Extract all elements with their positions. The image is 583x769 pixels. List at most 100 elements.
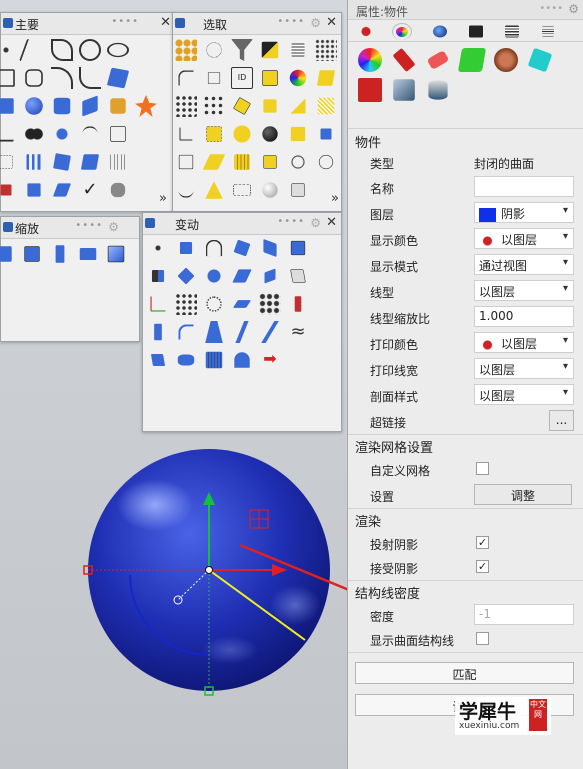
select-points-icon[interactable] (315, 39, 337, 61)
show-isocurves-checkbox[interactable] (476, 632, 489, 645)
drag-handle-icon[interactable]: •••• (111, 16, 139, 27)
select-ball-icon[interactable] (262, 182, 278, 198)
check-tool-icon[interactable]: ✓ (79, 179, 101, 201)
select-box-icon[interactable] (291, 183, 305, 197)
polygon-tool-icon[interactable] (25, 69, 43, 87)
select-spiral-icon[interactable] (291, 155, 305, 169)
bandage-icon[interactable] (426, 50, 450, 70)
stretch-icon[interactable] (154, 323, 162, 341)
blank4-tool-icon[interactable] (135, 151, 157, 173)
boolean-tool-icon[interactable] (23, 123, 45, 145)
wave-icon[interactable]: ≈ (287, 321, 309, 343)
fillet-tool-icon[interactable] (79, 67, 101, 89)
explode-tool-icon[interactable] (135, 95, 157, 117)
layer-select[interactable]: 阴影 ▾ (474, 202, 574, 223)
gear-icon[interactable]: ⚙ (568, 2, 579, 16)
shaded-cube-icon[interactable] (393, 79, 415, 101)
name-field[interactable] (474, 176, 574, 197)
select-none-icon[interactable] (206, 42, 222, 58)
select-sphere-icon[interactable] (231, 123, 253, 145)
move-icon[interactable] (147, 237, 169, 259)
rectangle-tool-icon[interactable] (0, 69, 15, 87)
group-tool-icon[interactable] (51, 123, 73, 145)
tab-notes-icon[interactable] (542, 26, 554, 37)
select-block-icon[interactable] (206, 126, 222, 142)
close-icon[interactable]: ✕ (160, 15, 171, 30)
gear-icon[interactable]: ⚙ (108, 220, 119, 234)
taper-tool-icon[interactable] (205, 321, 223, 343)
adjust-button[interactable]: 调整 (474, 484, 572, 505)
select-text-icon[interactable] (207, 71, 221, 85)
mirror-icon[interactable] (151, 269, 165, 283)
ellipse-tool-icon[interactable] (107, 42, 129, 58)
split-tool-icon[interactable] (52, 183, 72, 197)
box-tool-icon[interactable] (53, 153, 71, 171)
cage-grid-icon[interactable] (205, 351, 223, 369)
select-color-icon[interactable] (289, 69, 307, 87)
select-solid-icon[interactable] (262, 70, 278, 86)
close-icon[interactable]: ✕ (326, 15, 337, 30)
select-point-cloud-icon[interactable] (290, 98, 306, 114)
mirror-tool-icon[interactable] (80, 154, 100, 170)
select-lock-icon[interactable] (178, 154, 194, 170)
array-icon[interactable] (175, 293, 197, 315)
zoom-all-icon[interactable] (107, 245, 125, 263)
paint-icon[interactable] (392, 47, 416, 73)
zoom-window-icon[interactable] (0, 246, 12, 262)
select-light-icon[interactable] (318, 154, 334, 170)
surface-tool-icon[interactable] (106, 67, 130, 89)
shear-icon[interactable] (232, 269, 252, 283)
cylinder-icon[interactable] (428, 80, 448, 100)
select-curves-icon[interactable] (203, 95, 225, 117)
point-tool-icon[interactable] (0, 39, 17, 61)
ribbon-tool-icon[interactable] (82, 95, 98, 117)
toolbar-main-more[interactable]: » (159, 191, 167, 206)
tab-object-icon[interactable] (356, 23, 376, 40)
trim-tool-icon[interactable] (0, 126, 14, 142)
toolbar-transform-header[interactable]: 变动 •••• ⚙ ✕ (143, 213, 341, 235)
select-last-icon[interactable] (178, 70, 194, 86)
invert-select-icon[interactable] (261, 41, 279, 59)
curve-tool-icon[interactable] (51, 39, 73, 61)
texture-ball-icon[interactable] (494, 48, 518, 72)
display-color-select[interactable]: 以图层 ▾ (474, 228, 574, 249)
array-tool-icon[interactable] (26, 154, 42, 170)
tab-list-icon[interactable] (505, 25, 519, 38)
select-curve-icon[interactable] (178, 182, 194, 198)
hyperlink-button[interactable]: ... (549, 410, 574, 431)
distance-tool-icon[interactable] (0, 184, 12, 196)
zoom-selected-icon[interactable] (79, 247, 97, 261)
align-icon[interactable] (150, 296, 166, 312)
select-cube-icon[interactable] (290, 126, 306, 142)
filter-icon[interactable] (231, 39, 253, 61)
layer-tool-icon[interactable] (110, 126, 126, 142)
select-window-icon[interactable] (233, 184, 251, 196)
zoom-extents-icon[interactable] (24, 246, 40, 262)
drag-handle-icon[interactable]: •••• (539, 3, 563, 14)
print-width-select[interactable]: 以图层 ▾ (474, 358, 574, 379)
flow-along-icon[interactable] (177, 354, 195, 366)
taper-icon[interactable] (290, 269, 306, 283)
puzzle-tool-icon[interactable] (110, 98, 126, 114)
box-icon[interactable] (290, 240, 306, 256)
scale-tool-icon[interactable] (0, 155, 13, 169)
cyan-cube-icon[interactable] (527, 47, 553, 73)
orient-icon[interactable] (203, 265, 225, 287)
match-button[interactable]: 匹配 (355, 662, 574, 684)
flow-icon[interactable] (232, 300, 252, 308)
blank3-tool-icon[interactable] (135, 123, 157, 145)
blank-tool-icon[interactable] (135, 39, 157, 61)
linetype-select[interactable]: 以图层 ▾ (474, 280, 574, 301)
receive-shadow-checkbox[interactable]: ✓ (476, 560, 489, 573)
blank2-tool-icon[interactable] (135, 67, 157, 89)
array-surface-icon[interactable] (294, 296, 302, 312)
select-polysurf-icon[interactable] (232, 96, 252, 116)
properties-header[interactable]: 属性:物件 •••• ⚙ (348, 0, 583, 20)
select-scatter-icon[interactable] (175, 95, 197, 117)
red-box-icon[interactable] (358, 78, 382, 102)
slash-icon[interactable] (261, 321, 279, 343)
rotate-icon[interactable] (233, 239, 251, 257)
dome-icon[interactable] (234, 352, 250, 368)
twist-icon[interactable] (264, 268, 276, 284)
select-plane-icon[interactable] (202, 154, 226, 170)
